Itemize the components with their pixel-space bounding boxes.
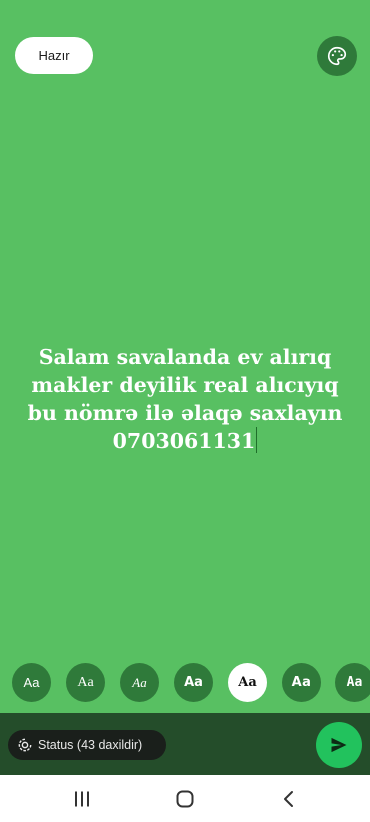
font-option[interactable]: Aa — [66, 663, 105, 702]
done-button[interactable]: Hazır — [15, 37, 93, 74]
status-audience-label: Status (43 daxildir) — [38, 738, 143, 752]
status-ring-icon — [18, 738, 32, 752]
send-icon — [329, 735, 349, 755]
palette-icon — [326, 45, 348, 67]
font-option[interactable]: Aa — [12, 663, 51, 702]
system-navigation-bar — [0, 775, 370, 822]
recents-icon — [73, 790, 91, 808]
home-button[interactable] — [155, 775, 215, 822]
message-line: 0703061131 — [112, 429, 256, 453]
home-icon — [175, 789, 195, 809]
message-line: bu nömrə ilə əlaqə saxlayın — [27, 401, 343, 425]
font-option-selected[interactable]: Aa — [228, 663, 267, 702]
message-line: Salam savalanda ev alırıq — [38, 345, 332, 369]
text-cursor — [256, 427, 258, 453]
color-palette-button[interactable] — [317, 36, 357, 76]
font-option[interactable]: Aa — [120, 663, 159, 702]
status-text-editor[interactable]: Salam savalanda ev alırıq makler deyilik… — [0, 343, 370, 455]
composer-bar: Status (43 daxildir) — [0, 713, 370, 775]
font-option[interactable]: Aa — [174, 663, 213, 702]
font-option[interactable]: Aa — [282, 663, 321, 702]
send-button[interactable] — [316, 722, 362, 768]
back-icon — [282, 790, 296, 808]
recents-button[interactable] — [52, 775, 112, 822]
message-line: makler deyilik real alıcıyıq — [31, 373, 339, 397]
back-button[interactable] — [259, 775, 319, 822]
font-option[interactable]: Aa — [335, 663, 370, 702]
font-selector: Aa Aa Aa Aa Aa Aa Aa — [0, 663, 370, 703]
status-audience-button[interactable]: Status (43 daxildir) — [8, 730, 166, 760]
